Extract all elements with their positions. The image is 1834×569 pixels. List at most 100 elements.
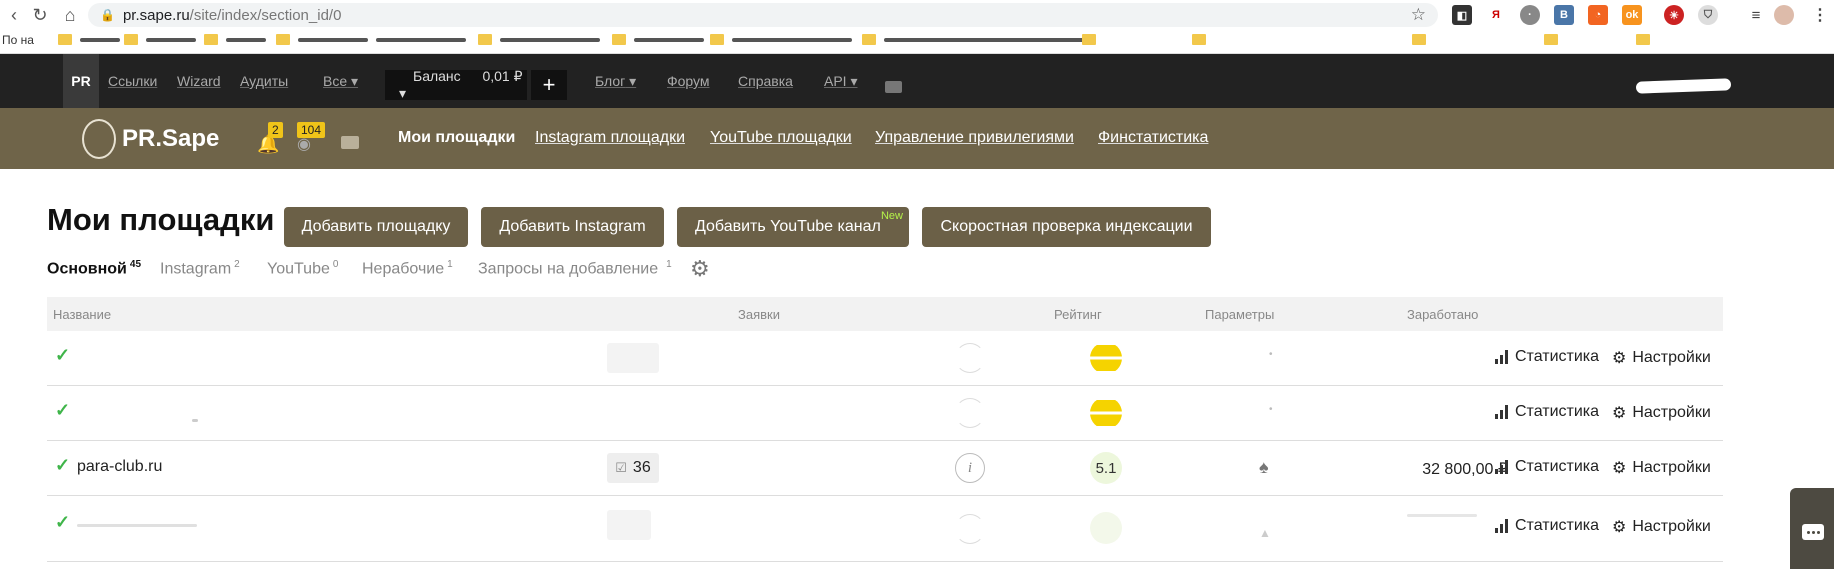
- home-icon[interactable]: ⌂: [58, 3, 82, 27]
- add-youtube-label: Добавить YouTube канал: [695, 218, 881, 235]
- statistics-link[interactable]: Статистика: [1495, 348, 1599, 366]
- table-row[interactable]: ✓ para-club.ru ☑ 36 i 5.1 ♠ 32 800,00 ₽ С…: [47, 441, 1723, 496]
- kebab-menu-icon[interactable]: ⋮: [1810, 5, 1830, 25]
- table-row[interactable]: ✓ • Статистика ⚙ Настройки: [47, 331, 1723, 386]
- rating-badge: [1090, 512, 1122, 544]
- nav-my-sites[interactable]: Мои площадки: [398, 129, 515, 147]
- subtab-main[interactable]: Основной 45: [47, 259, 141, 278]
- check-icon: ✓: [55, 455, 71, 475]
- requests-box[interactable]: ☑ 36: [607, 453, 659, 483]
- folder-icon[interactable]: [710, 34, 724, 45]
- nav-youtube-sites[interactable]: YouTube площадки: [710, 129, 852, 147]
- avatar[interactable]: [1774, 5, 1794, 25]
- folder-icon[interactable]: [612, 34, 626, 45]
- settings-link[interactable]: ⚙ Настройки: [1612, 458, 1711, 478]
- nav-help[interactable]: Справка: [738, 73, 793, 89]
- info-circle-icon[interactable]: [955, 514, 985, 544]
- gear-icon: ⚙: [1612, 519, 1627, 536]
- subtab-youtube[interactable]: YouTube 0: [267, 259, 338, 278]
- brain-logo-icon[interactable]: [82, 119, 116, 159]
- speed-check-button[interactable]: Скоростная проверка индексации: [922, 207, 1211, 247]
- page-title: Мои площадки: [47, 202, 275, 237]
- folder-icon[interactable]: [124, 34, 138, 45]
- url-text: pr.sape.ru/site/index/section_id/0: [122, 6, 342, 24]
- add-site-button[interactable]: Добавить площадку: [284, 207, 468, 247]
- table-row[interactable]: ✓ • Статистика ⚙ Настройки: [47, 386, 1723, 441]
- params-icon: ▲: [1259, 526, 1271, 540]
- info-circle-icon[interactable]: [955, 343, 985, 373]
- folder-icon[interactable]: [1544, 34, 1558, 45]
- settings-link[interactable]: ⚙ Настройки: [1612, 348, 1711, 368]
- folder-icon[interactable]: [1192, 34, 1206, 45]
- address-bar[interactable]: 🔒 pr.sape.ru/site/index/section_id/0 ☆: [88, 3, 1438, 27]
- folder-icon[interactable]: [1082, 34, 1096, 45]
- nav-finstat[interactable]: Финстатистика: [1098, 129, 1208, 147]
- logo-text[interactable]: PR.Sape: [122, 125, 219, 153]
- statistics-link[interactable]: Статистика: [1495, 458, 1599, 476]
- yandex-extension-icon[interactable]: Я: [1486, 5, 1506, 25]
- nav-blog[interactable]: Блог ▾: [595, 73, 636, 90]
- chat-widget[interactable]: [1790, 488, 1834, 569]
- lock-icon: 🔒: [100, 8, 115, 22]
- message-icon[interactable]: [341, 136, 359, 149]
- bookmark-label[interactable]: По на: [2, 33, 34, 47]
- add-youtube-button[interactable]: Добавить YouTube канал New: [677, 207, 909, 247]
- info-circle-icon[interactable]: i: [955, 453, 985, 483]
- folder-icon[interactable]: [1412, 34, 1426, 45]
- back-icon[interactable]: ‹: [2, 3, 26, 27]
- weather-extension-icon[interactable]: ☀: [1664, 5, 1684, 25]
- subtab-broken[interactable]: Нерабочие 1: [362, 259, 453, 278]
- vk-extension-icon[interactable]: B: [1554, 5, 1574, 25]
- folder-icon[interactable]: [478, 34, 492, 45]
- folder-icon[interactable]: [204, 34, 218, 45]
- subtab-requests[interactable]: Запросы на добавление 1: [478, 259, 672, 278]
- nav-forum[interactable]: Форум: [667, 73, 710, 89]
- notification-badge: 2: [268, 122, 283, 138]
- check-icon: ✓: [55, 512, 71, 532]
- reload-icon[interactable]: ↻: [28, 3, 52, 27]
- folder-icon[interactable]: [58, 34, 72, 45]
- add-instagram-button[interactable]: Добавить Instagram: [481, 207, 664, 247]
- statistics-link[interactable]: Статистика: [1495, 403, 1599, 421]
- settings-link[interactable]: ⚙ Настройки: [1612, 517, 1711, 537]
- add-plus-button[interactable]: +: [531, 70, 567, 100]
- bookmark-star-icon[interactable]: ☆: [1411, 5, 1426, 25]
- balance-box[interactable]: Баланс 0,01 ₽ ▾: [385, 68, 527, 101]
- media-control-icon[interactable]: ≡: [1746, 5, 1766, 25]
- rating-badge: 5.1: [1090, 452, 1122, 484]
- rss-extension-icon[interactable]: ◔: [1588, 5, 1608, 25]
- statistics-link[interactable]: Статистика: [1495, 517, 1599, 535]
- abp-extension-icon[interactable]: ·: [1520, 5, 1540, 25]
- site-name[interactable]: para-club.ru: [77, 458, 162, 476]
- subtab-instagram[interactable]: Instagram 2: [160, 259, 240, 278]
- gear-icon[interactable]: ⚙: [690, 256, 710, 282]
- chat-icon[interactable]: [885, 81, 902, 93]
- folder-icon[interactable]: [862, 34, 876, 45]
- redacted-text: [77, 524, 197, 527]
- nav-wizard[interactable]: Wizard: [177, 73, 221, 89]
- nav-privileges[interactable]: Управление привилегиями: [875, 129, 1074, 147]
- shield-extension-icon[interactable]: ⛉: [1698, 5, 1718, 25]
- col-name: Название: [53, 307, 112, 322]
- pr-badge[interactable]: PR: [63, 54, 99, 108]
- col-rating: Рейтинг: [1054, 307, 1102, 322]
- bar-chart-icon: [1495, 460, 1508, 474]
- extension-icon[interactable]: ◧: [1452, 5, 1472, 25]
- settings-link[interactable]: ⚙ Настройки: [1612, 403, 1711, 423]
- bar-chart-icon: [1495, 405, 1508, 419]
- nav-links[interactable]: Ссылки: [108, 73, 157, 89]
- nav-audits[interactable]: Аудиты: [240, 73, 288, 89]
- table-row[interactable]: ✓ ▲ Статистика ⚙ Настройки: [47, 496, 1723, 562]
- folder-icon[interactable]: [276, 34, 290, 45]
- ok-extension-icon[interactable]: ok: [1622, 5, 1642, 25]
- user-name-redacted[interactable]: [1635, 78, 1732, 94]
- spade-icon: ♠: [1259, 457, 1269, 477]
- nav-api[interactable]: API ▾: [824, 73, 858, 90]
- requests-box[interactable]: [607, 343, 659, 373]
- all-dropdown[interactable]: Все ▾: [323, 73, 358, 90]
- gear-icon: ⚙: [1612, 460, 1627, 477]
- nav-instagram-sites[interactable]: Instagram площадки: [535, 129, 685, 147]
- folder-icon[interactable]: [1636, 34, 1650, 45]
- info-circle-icon[interactable]: [955, 398, 985, 428]
- requests-box[interactable]: [607, 510, 651, 540]
